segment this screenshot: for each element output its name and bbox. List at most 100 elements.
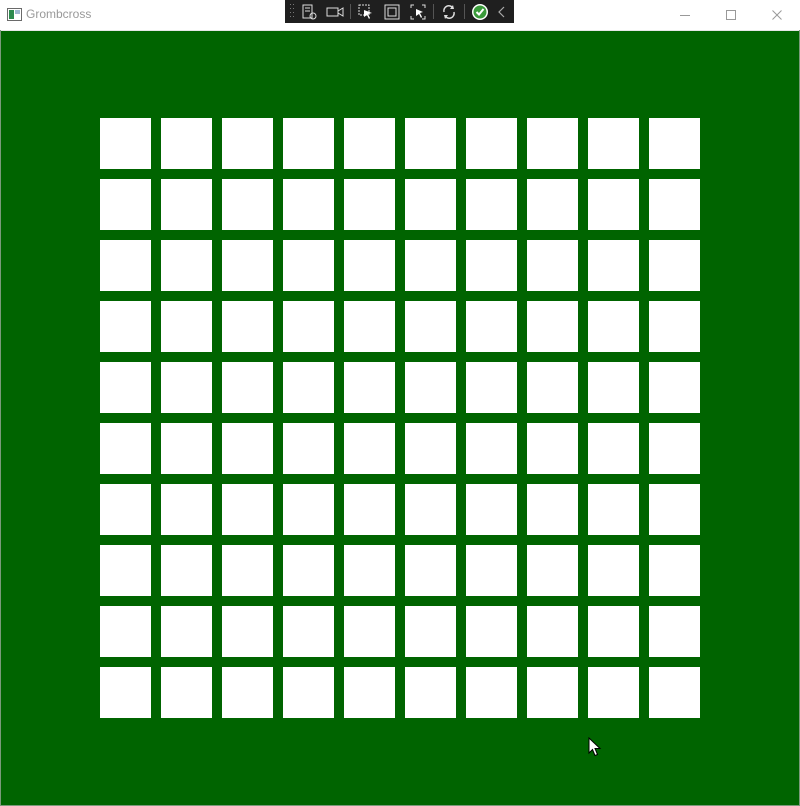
track-focus-button[interactable]: [405, 0, 431, 23]
binding-status-button[interactable]: [467, 0, 493, 23]
grid-cell[interactable]: [344, 179, 395, 230]
grid-cell[interactable]: [405, 118, 456, 169]
grid-cell[interactable]: [161, 118, 212, 169]
grid-cell[interactable]: [283, 423, 334, 474]
grid-cell[interactable]: [222, 423, 273, 474]
grid-cell[interactable]: [222, 362, 273, 413]
grid-cell[interactable]: [466, 362, 517, 413]
grid-cell[interactable]: [649, 362, 700, 413]
grid-cell[interactable]: [161, 423, 212, 474]
grid-cell[interactable]: [466, 301, 517, 352]
grid-cell[interactable]: [222, 667, 273, 718]
grid-cell[interactable]: [283, 362, 334, 413]
grid-cell[interactable]: [100, 118, 151, 169]
grid-cell[interactable]: [405, 667, 456, 718]
maximize-button[interactable]: [708, 0, 754, 30]
grid-cell[interactable]: [100, 240, 151, 291]
grid-cell[interactable]: [527, 484, 578, 535]
grid-cell[interactable]: [466, 667, 517, 718]
grid-cell[interactable]: [344, 423, 395, 474]
grid-cell[interactable]: [588, 606, 639, 657]
grid-cell[interactable]: [344, 606, 395, 657]
grid-cell[interactable]: [405, 484, 456, 535]
grid-cell[interactable]: [649, 179, 700, 230]
grid-cell[interactable]: [588, 423, 639, 474]
grid-cell[interactable]: [222, 179, 273, 230]
grid-cell[interactable]: [161, 545, 212, 596]
record-button[interactable]: [322, 0, 348, 23]
grid-cell[interactable]: [100, 484, 151, 535]
grid-cell[interactable]: [344, 362, 395, 413]
grid-cell[interactable]: [466, 545, 517, 596]
grid-cell[interactable]: [100, 301, 151, 352]
grid-cell[interactable]: [527, 606, 578, 657]
toolbar-grip-icon[interactable]: [288, 0, 296, 23]
grid-cell[interactable]: [283, 118, 334, 169]
grid-cell[interactable]: [466, 118, 517, 169]
grid-cell[interactable]: [527, 545, 578, 596]
grid-cell[interactable]: [649, 118, 700, 169]
grid-cell[interactable]: [222, 240, 273, 291]
grid-cell[interactable]: [222, 484, 273, 535]
grid-cell[interactable]: [527, 179, 578, 230]
grid-cell[interactable]: [405, 179, 456, 230]
grid-cell[interactable]: [527, 301, 578, 352]
grid-cell[interactable]: [405, 606, 456, 657]
grid-cell[interactable]: [588, 667, 639, 718]
grid-cell[interactable]: [100, 667, 151, 718]
grid-cell[interactable]: [222, 118, 273, 169]
grid-cell[interactable]: [283, 179, 334, 230]
grid-cell[interactable]: [588, 301, 639, 352]
close-button[interactable]: [754, 0, 800, 30]
grid-cell[interactable]: [283, 545, 334, 596]
title-bar[interactable]: Grombcross: [0, 0, 800, 31]
grid-cell[interactable]: [222, 606, 273, 657]
live-visual-tree-button[interactable]: [296, 0, 322, 23]
grid-cell[interactable]: [100, 545, 151, 596]
grid-cell[interactable]: [527, 118, 578, 169]
grid-cell[interactable]: [527, 423, 578, 474]
grid-cell[interactable]: [588, 484, 639, 535]
grid-cell[interactable]: [344, 667, 395, 718]
grid-cell[interactable]: [466, 606, 517, 657]
select-element-button[interactable]: [353, 0, 379, 23]
grid-cell[interactable]: [649, 423, 700, 474]
grid-cell[interactable]: [283, 606, 334, 657]
grid-cell[interactable]: [283, 240, 334, 291]
grid-cell[interactable]: [649, 240, 700, 291]
grid-cell[interactable]: [161, 667, 212, 718]
grid-cell[interactable]: [161, 179, 212, 230]
grid-cell[interactable]: [405, 362, 456, 413]
grid-cell[interactable]: [283, 484, 334, 535]
grid-cell[interactable]: [344, 301, 395, 352]
grid-cell[interactable]: [344, 484, 395, 535]
grid-cell[interactable]: [344, 240, 395, 291]
grid-cell[interactable]: [466, 240, 517, 291]
grid-cell[interactable]: [100, 362, 151, 413]
hot-reload-button[interactable]: [436, 0, 462, 23]
grid-cell[interactable]: [588, 240, 639, 291]
grid-cell[interactable]: [466, 423, 517, 474]
grid-cell[interactable]: [344, 545, 395, 596]
grid-cell[interactable]: [405, 423, 456, 474]
grid-cell[interactable]: [649, 667, 700, 718]
grid-cell[interactable]: [100, 423, 151, 474]
grid-cell[interactable]: [161, 484, 212, 535]
grid-cell[interactable]: [466, 179, 517, 230]
grid-cell[interactable]: [527, 362, 578, 413]
grid-cell[interactable]: [649, 606, 700, 657]
grid-cell[interactable]: [161, 240, 212, 291]
grid-cell[interactable]: [649, 301, 700, 352]
display-layout-adorners-button[interactable]: [379, 0, 405, 23]
grid-cell[interactable]: [100, 179, 151, 230]
grid-cell[interactable]: [161, 362, 212, 413]
grid-cell[interactable]: [588, 118, 639, 169]
minimize-button[interactable]: [662, 0, 708, 30]
grid-cell[interactable]: [100, 606, 151, 657]
grid-cell[interactable]: [222, 301, 273, 352]
grid-cell[interactable]: [222, 545, 273, 596]
grid-cell[interactable]: [588, 545, 639, 596]
grid-cell[interactable]: [405, 545, 456, 596]
grid-cell[interactable]: [283, 667, 334, 718]
grid-cell[interactable]: [283, 301, 334, 352]
